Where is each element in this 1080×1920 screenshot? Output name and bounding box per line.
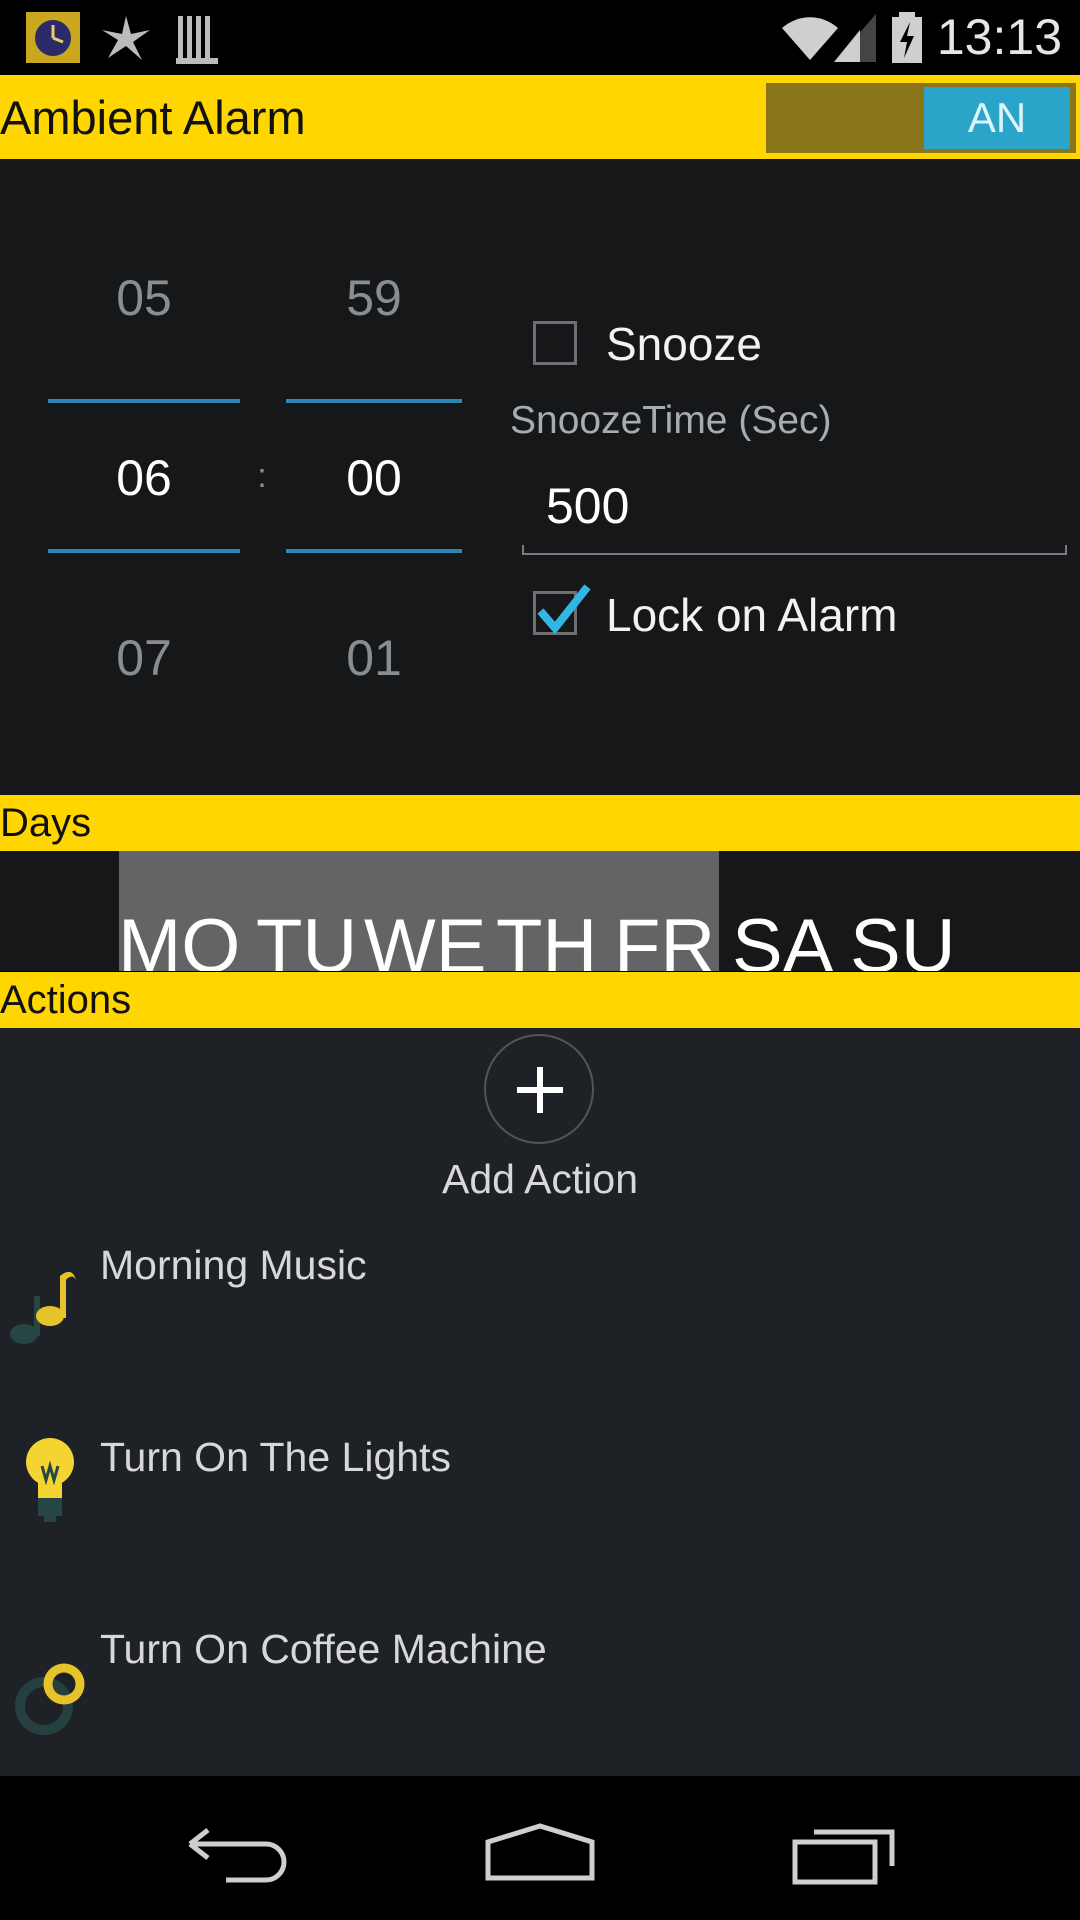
action-label: Turn On Coffee Machine bbox=[100, 1626, 547, 1672]
field-underline-left-tick bbox=[522, 545, 524, 555]
days-selector: MO TU WE TH FR SA SU bbox=[0, 851, 1080, 971]
signal-icon bbox=[834, 14, 876, 62]
lock-on-alarm-checkbox[interactable] bbox=[533, 584, 591, 635]
snooze-checkbox[interactable] bbox=[533, 321, 577, 365]
snooze-time-field[interactable]: 500 bbox=[522, 467, 1067, 555]
action-label: Turn On The Lights bbox=[100, 1434, 451, 1480]
add-action-button[interactable] bbox=[484, 1034, 594, 1144]
action-item[interactable]: Turn On Coffee Machine bbox=[0, 1592, 1080, 1776]
field-underline bbox=[522, 553, 1067, 555]
barcode-icon bbox=[176, 16, 218, 64]
day-su[interactable]: SU bbox=[850, 903, 956, 971]
minute-next[interactable]: 01 bbox=[286, 629, 462, 687]
battery-charging-icon bbox=[892, 12, 922, 63]
action-item[interactable]: Turn On The Lights bbox=[0, 1400, 1080, 1590]
action-item[interactable]: Morning Music bbox=[0, 1208, 1080, 1398]
add-action-label[interactable]: Add Action bbox=[0, 1156, 1080, 1203]
day-th[interactable]: TH bbox=[496, 903, 597, 971]
action-label: Morning Music bbox=[100, 1242, 367, 1288]
actions-list: Add Action Morning Music Turn On The Lig… bbox=[0, 1028, 1080, 1776]
recents-icon[interactable] bbox=[792, 1822, 896, 1886]
hour-value[interactable]: 06 bbox=[48, 449, 240, 507]
day-mo[interactable]: MO bbox=[118, 903, 240, 971]
snooze-time-label: SnoozeTime (Sec) bbox=[510, 399, 832, 442]
clock-app-icon bbox=[26, 12, 80, 63]
lightbulb-icon bbox=[26, 1438, 74, 1522]
hour-divider-top bbox=[48, 399, 240, 403]
alarm-toggle-label: AN bbox=[924, 87, 1070, 149]
snooze-time-value[interactable]: 500 bbox=[546, 477, 629, 535]
days-header: Days bbox=[0, 795, 1080, 851]
minute-prev[interactable]: 59 bbox=[286, 269, 462, 327]
check-icon bbox=[537, 584, 591, 635]
minute-value[interactable]: 00 bbox=[286, 449, 462, 507]
day-fr[interactable]: FR bbox=[614, 903, 715, 971]
time-separator: : bbox=[257, 457, 267, 495]
status-time: 13:13 bbox=[936, 9, 1062, 65]
days-header-label: Days bbox=[0, 801, 92, 845]
actions-header: Actions bbox=[0, 972, 1080, 1028]
minute-divider-top bbox=[286, 399, 462, 403]
back-icon[interactable] bbox=[186, 1826, 290, 1884]
hour-next[interactable]: 07 bbox=[48, 629, 240, 687]
app-title: Ambient Alarm bbox=[0, 91, 306, 144]
music-note-icon bbox=[10, 1271, 76, 1344]
field-underline-right-tick bbox=[1065, 545, 1067, 555]
alarm-toggle[interactable]: AN bbox=[766, 83, 1076, 153]
app-header: Ambient Alarm AN bbox=[0, 75, 1080, 159]
hour-prev[interactable]: 05 bbox=[48, 269, 240, 327]
day-tu[interactable]: TU bbox=[256, 903, 357, 971]
navigation-bar bbox=[0, 1776, 1080, 1920]
day-we[interactable]: WE bbox=[364, 903, 486, 971]
wifi-icon bbox=[782, 17, 838, 60]
alarm-time-section: 05 06 07 : 59 00 01 Snooze SnoozeTime (S… bbox=[0, 159, 1080, 795]
snooze-label[interactable]: Snooze bbox=[606, 317, 762, 371]
lock-on-alarm-label[interactable]: Lock on Alarm bbox=[606, 588, 897, 642]
coffee-machine-icon bbox=[15, 1663, 85, 1735]
minute-divider-bottom bbox=[286, 549, 462, 553]
day-sa[interactable]: SA bbox=[732, 903, 833, 971]
actions-header-label: Actions bbox=[0, 978, 132, 1022]
pinwheel-icon bbox=[102, 16, 150, 60]
home-icon[interactable] bbox=[484, 1822, 596, 1882]
status-bar: 13:13 bbox=[0, 0, 1080, 75]
hour-divider-bottom bbox=[48, 549, 240, 553]
